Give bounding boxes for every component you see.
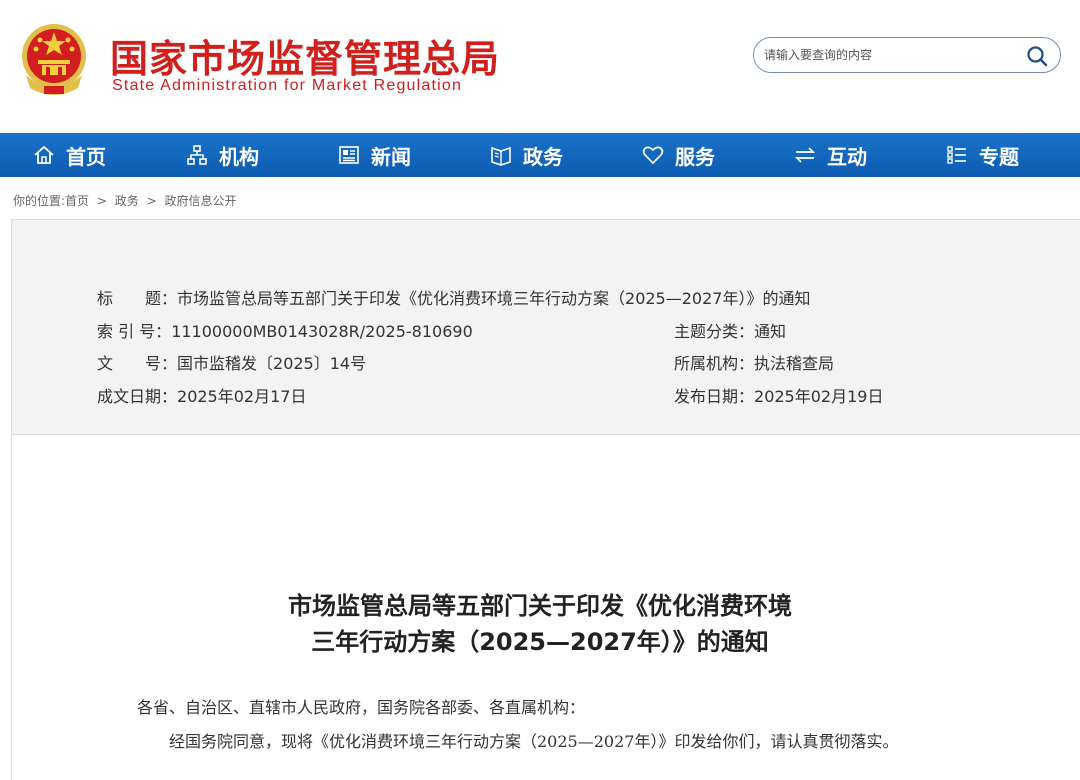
meta-topic-value: 通知 [754,322,787,341]
nav-label: 首页 [66,144,106,169]
meta-org-label: 所属机构： [674,354,755,373]
open-book-icon [489,143,513,167]
meta-index-value: 11100000MB0143028R/2025-810690 [171,322,473,341]
search-icon[interactable] [1026,45,1048,67]
site-title: 国家市场监督管理总局 [110,37,501,81]
meta-docno-value: 国市监稽发〔2025〕14号 [177,354,367,373]
meta-org-row: 所属机构：执法稽查局 [674,350,834,374]
nav-label: 服务 [675,144,715,169]
meta-published-date-row: 发布日期：2025年02月19日 [674,383,883,407]
nav-label: 互动 [827,144,867,169]
nav-item-news[interactable]: 新闻 [337,133,411,177]
meta-org-value: 执法稽查局 [754,354,835,373]
meta-written-date-value: 2025年02月17日 [177,387,307,406]
breadcrumb-link-info-disclosure[interactable]: 政府信息公开 [165,194,237,208]
nav-item-organization[interactable]: 机构 [185,133,259,177]
breadcrumb-prefix: 你的位置: [13,194,66,208]
meta-topic-row: 主题分类：通知 [674,318,786,342]
nav-item-topics[interactable]: 专题 [945,133,1019,177]
document-body-paragraph: 经国务院同意，现将《优化消费环境三年行动方案（2025—2027年）》印发给你们… [169,732,899,751]
nav-label: 新闻 [371,144,411,169]
national-emblem-icon[interactable] [16,20,92,100]
document-metadata: 标 题：市场监管总局等五部门关于印发《优化消费环境三年行动方案（2025—202… [12,220,1080,435]
meta-docno-row: 文 号：国市监稽发〔2025〕14号 [97,350,366,374]
breadcrumb-link-government-affairs[interactable]: 政务 [115,194,139,208]
meta-docno-label: 文 号： [97,354,178,373]
breadcrumb-separator: > [146,194,157,208]
meta-index-row: 索 引 号：11100000MB0143028R/2025-810690 [97,318,473,342]
meta-index-label: 索 引 号： [97,322,172,341]
nav-item-government-affairs[interactable]: 政务 [489,133,563,177]
nav-label: 机构 [219,144,259,169]
breadcrumb-separator: > [96,194,107,208]
document-title: 市场监管总局等五部门关于印发《优化消费环境 三年行动方案（2025—2027年）… [12,588,1068,660]
meta-published-date-value: 2025年02月19日 [754,387,884,406]
swap-arrows-icon [793,143,817,167]
main-nav: 首页 机构 新闻 政务 服务 互动 专题 [0,133,1080,177]
breadcrumb-link-home[interactable]: 首页 [65,194,89,208]
meta-written-date-row: 成文日期：2025年02月17日 [97,383,306,407]
org-chart-icon [185,143,209,167]
document-salutation: 各省、自治区、直辖市人民政府，国务院各部委、各直属机构： [137,698,586,717]
document-title-line-2: 三年行动方案（2025—2027年）》的通知 [311,628,769,656]
nav-item-home[interactable]: 首页 [32,133,106,177]
list-icon [945,143,969,167]
breadcrumb: 你的位置:首页 > 政务 > 政府信息公开 [13,192,237,209]
article-panel: 标 题：市场监管总局等五部门关于印发《优化消费环境三年行动方案（2025—202… [11,219,1080,780]
nav-item-services[interactable]: 服务 [641,133,715,177]
nav-label: 政务 [523,144,563,169]
meta-topic-label: 主题分类： [674,322,755,341]
heart-icon [641,143,665,167]
meta-published-date-label: 发布日期： [674,387,755,406]
meta-title-row: 标 题：市场监管总局等五部门关于印发《优化消费环境三年行动方案（2025—202… [97,285,810,309]
newspaper-icon [337,143,361,167]
nav-label: 专题 [979,144,1019,169]
search-box [753,37,1061,73]
site-subtitle: State Administration for Market Regulati… [112,77,463,94]
search-input[interactable] [764,45,1014,65]
nav-item-interaction[interactable]: 互动 [793,133,867,177]
meta-title-value: 市场监管总局等五部门关于印发《优化消费环境三年行动方案（2025—2027年）》… [177,289,811,308]
document-title-line-1: 市场监管总局等五部门关于印发《优化消费环境 [288,592,792,620]
meta-title-label: 标 题： [97,289,178,308]
site-header: 国家市场监督管理总局 State Administration for Mark… [0,0,1080,133]
meta-written-date-label: 成文日期： [97,387,178,406]
home-icon [32,143,56,167]
